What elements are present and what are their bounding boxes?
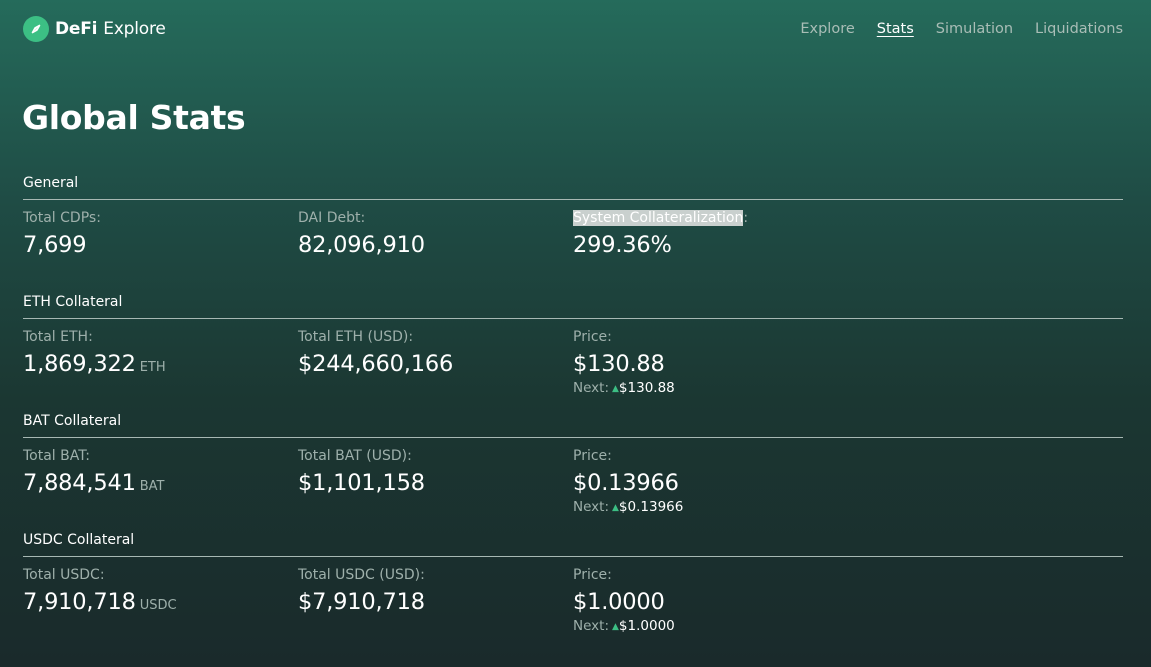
stat-value: $0.13966 (573, 470, 679, 496)
stat-label: Total ETH (USD): (298, 329, 414, 345)
section-divider (23, 318, 1123, 319)
stat-total-bat: Total BAT: 7,884,541 BAT (23, 448, 298, 517)
section-title-usdc: USDC Collateral (23, 532, 135, 548)
section-title-general: General (23, 175, 79, 191)
stat-value: 82,096,910 (298, 232, 425, 258)
stat-value: $1,101,158 (298, 470, 425, 496)
next-price: Next: ▲$1.0000 (573, 618, 848, 636)
stat-label: Total BAT: (23, 448, 90, 464)
stat-value: $1.0000 (573, 589, 665, 615)
next-price: Next: ▲$0.13966 (573, 499, 848, 517)
up-arrow-icon: ▲ (612, 622, 619, 632)
stat-value: 7,910,718 USDC (23, 587, 298, 621)
stat-value: 7,699 (23, 232, 87, 258)
stat-value: $130.88 (573, 351, 665, 377)
stat-unit: USDC (139, 598, 177, 613)
stat-label: Price: (573, 329, 612, 345)
stats-sections: General Total CDPs: 7,699 DAI Debt: 82,0… (23, 174, 1123, 650)
stat-total-eth-usd: Total ETH (USD): $244,660,166 (298, 329, 573, 398)
top-nav-bar: DeFi Explore Explore Stats Simulation Li… (23, 14, 1123, 44)
stat-system-collateralization: System Collateralization: 299.36% (573, 210, 848, 260)
stat-value: $244,660,166 (298, 351, 454, 377)
section-usdc-collateral: USDC Collateral Total USDC: 7,910,718 USD… (23, 531, 1123, 650)
next-label: Next: (573, 618, 609, 634)
stat-value: 1,869,322 ETH (23, 349, 298, 383)
next-value: $130.88 (618, 380, 675, 396)
stat-label: Total ETH: (23, 329, 93, 345)
stat-amount: 7,884,541 (23, 470, 136, 496)
next-value: $1.0000 (618, 618, 675, 634)
section-divider (23, 437, 1123, 438)
label-colon: : (743, 210, 749, 226)
main-nav: Explore Stats Simulation Liquidations (800, 21, 1123, 37)
stat-label: DAI Debt: (298, 210, 366, 226)
stat-value: $7,910,718 (298, 589, 425, 615)
stat-label: Total USDC: (23, 567, 105, 583)
section-divider (23, 556, 1123, 557)
stat-eth-price: Price: $130.88 Next: ▲$130.88 (573, 329, 848, 398)
stat-label: System Collateralization: (573, 210, 848, 227)
stat-usdc-price: Price: $1.0000 Next: ▲$1.0000 (573, 567, 848, 636)
selected-text-highlight: System Collateralization (573, 210, 744, 226)
next-value: $0.13966 (618, 499, 684, 515)
section-general: General Total CDPs: 7,699 DAI Debt: 82,0… (23, 174, 1123, 293)
stat-unit: ETH (139, 360, 166, 375)
brand-logo-link[interactable]: DeFi Explore (23, 16, 166, 42)
stat-label: Total BAT (USD): (298, 448, 412, 464)
stat-bat-price: Price: $0.13966 Next: ▲$0.13966 (573, 448, 848, 517)
stat-label: Price: (573, 567, 612, 583)
stat-total-usdc: Total USDC: 7,910,718 USDC (23, 567, 298, 636)
compass-leaf-icon (23, 16, 49, 42)
brand-name-rest: Explore (103, 19, 166, 39)
section-title-eth: ETH Collateral (23, 294, 123, 310)
stat-amount: 1,869,322 (23, 351, 136, 377)
next-label: Next: (573, 380, 609, 396)
section-divider (23, 199, 1123, 200)
stat-total-eth: Total ETH: 1,869,322 ETH (23, 329, 298, 398)
stat-total-bat-usd: Total BAT (USD): $1,101,158 (298, 448, 573, 517)
section-title-bat: BAT Collateral (23, 413, 122, 429)
stat-total-cdps: Total CDPs: 7,699 (23, 210, 298, 260)
section-bat-collateral: BAT Collateral Total BAT: 7,884,541 BAT T… (23, 412, 1123, 531)
page-title: Global Stats (22, 98, 246, 137)
up-arrow-icon: ▲ (612, 384, 619, 394)
nav-link-stats[interactable]: Stats (877, 21, 914, 37)
up-arrow-icon: ▲ (612, 503, 619, 513)
stat-total-usdc-usd: Total USDC (USD): $7,910,718 (298, 567, 573, 636)
stat-label: Total CDPs: (23, 210, 101, 226)
section-eth-collateral: ETH Collateral Total ETH: 1,869,322 ETH T… (23, 293, 1123, 412)
stat-label: Total USDC (USD): (298, 567, 425, 583)
stat-label: Price: (573, 448, 612, 464)
stat-value: 7,884,541 BAT (23, 468, 298, 502)
nav-link-explore[interactable]: Explore (800, 21, 854, 37)
stat-dai-debt: DAI Debt: 82,096,910 (298, 210, 573, 260)
nav-link-liquidations[interactable]: Liquidations (1035, 21, 1123, 37)
stat-amount: 7,910,718 (23, 589, 136, 615)
stat-value: 299.36% (573, 232, 672, 258)
stat-unit: BAT (139, 479, 165, 494)
nav-link-simulation[interactable]: Simulation (936, 21, 1013, 37)
next-price: Next: ▲$130.88 (573, 380, 848, 398)
next-label: Next: (573, 499, 609, 515)
brand-name-bold: DeFi (55, 19, 98, 39)
